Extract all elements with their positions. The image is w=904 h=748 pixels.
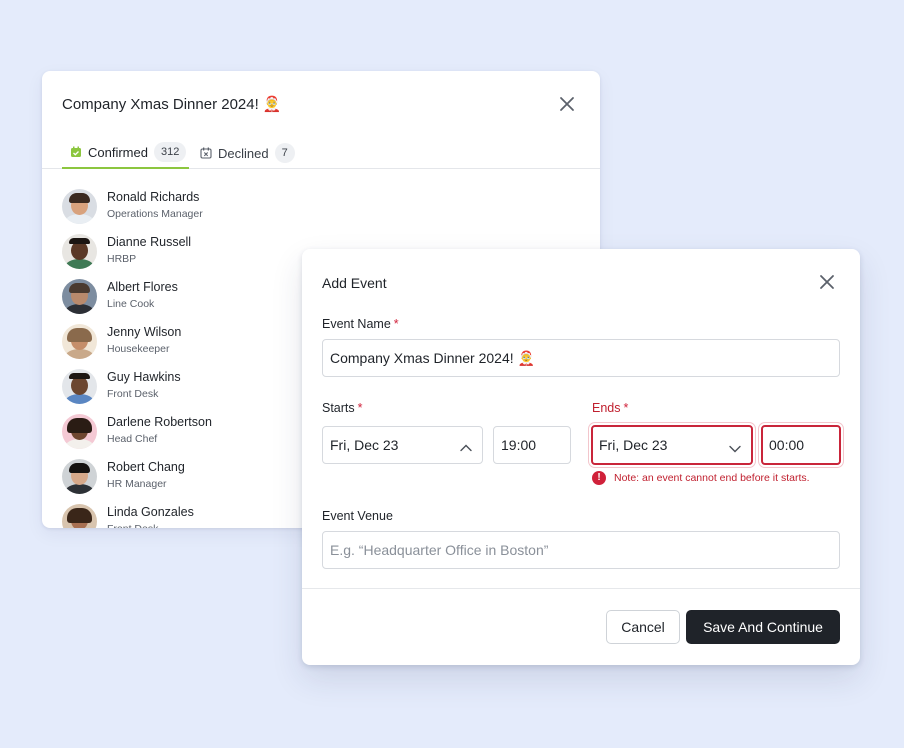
list-item[interactable]: Ronald Richards Operations Manager [62, 189, 362, 234]
event-name-label: Event Name * [322, 317, 399, 331]
person-role: Head Chef [107, 433, 158, 445]
required-mark: * [623, 401, 629, 415]
tab-declined-label: Declined [218, 145, 269, 161]
end-time-error: ! Note: an event cannot end before it st… [592, 471, 810, 485]
person-name: Linda Gonzales [107, 505, 194, 519]
avatar [62, 459, 97, 494]
end-time-field[interactable]: 00:00 [761, 425, 841, 465]
starts-label: Starts * [322, 401, 363, 415]
tab-confirmed[interactable]: Confirmed 312 [62, 137, 189, 169]
person-name: Albert Flores [107, 280, 178, 294]
person-role: Line Cook [107, 298, 155, 310]
end-date-select[interactable]: Fri, Dec 23 [591, 425, 753, 465]
footer-divider [302, 588, 860, 589]
start-date-value: Fri, Dec 23 [330, 437, 399, 453]
close-icon[interactable] [558, 95, 576, 113]
person-role: HRBP [107, 253, 137, 265]
person-role: HR Manager [107, 478, 167, 490]
cancel-button[interactable]: Cancel [606, 610, 680, 644]
person-role: Front Desk [107, 388, 159, 400]
close-icon[interactable] [818, 273, 836, 291]
start-time-value: 19:00 [501, 437, 537, 453]
person-role: Operations Manager [107, 208, 203, 220]
chevron-up-icon [460, 440, 472, 452]
add-event-dialog: Add Event Event Name* Starts* Fri, Dec 2… [302, 249, 860, 665]
avatar [62, 234, 97, 269]
avatar [62, 504, 97, 528]
end-date-value: Fri, Dec 23 [599, 437, 668, 453]
person-name: Jenny Wilson [107, 325, 182, 339]
end-time-value: 00:00 [769, 437, 805, 453]
avatar [62, 324, 97, 359]
guest-dialog-title: Company Xmas Dinner 2024! 🤶 [62, 96, 282, 113]
ends-label-text: Ends [592, 401, 621, 415]
tab-declined[interactable]: Declined 7 [198, 137, 295, 169]
event-name-label-text: Event Name [322, 317, 391, 331]
avatar [62, 414, 97, 449]
avatar [62, 279, 97, 314]
venue-field[interactable] [322, 531, 840, 569]
starts-label-text: Starts [322, 401, 355, 415]
confirmed-count-badge: 312 [153, 142, 187, 162]
venue-label: Event Venue [322, 509, 393, 523]
venue-label-text: Event Venue [322, 509, 393, 523]
error-message: Note: an event cannot end before it star… [614, 472, 810, 484]
avatar [62, 369, 97, 404]
dialog-title: Add Event [322, 275, 387, 291]
event-name-field[interactable] [322, 339, 840, 377]
chevron-down-icon [729, 441, 741, 453]
guest-tabs: Confirmed 312 Declined 7 [42, 137, 600, 169]
calendar-x-icon [200, 147, 212, 159]
start-time-field[interactable]: 19:00 [493, 426, 571, 464]
ends-label: Ends * [592, 401, 628, 415]
event-name-input[interactable] [330, 340, 832, 376]
person-name: Ronald Richards [107, 190, 200, 204]
avatar [62, 189, 97, 224]
save-and-continue-button[interactable]: Save And Continue [686, 610, 840, 644]
person-name: Guy Hawkins [107, 370, 181, 384]
required-mark: * [393, 317, 399, 331]
start-date-select[interactable]: Fri, Dec 23 [322, 426, 483, 464]
person-name: Darlene Robertson [107, 415, 212, 429]
person-name: Robert Chang [107, 460, 185, 474]
person-name: Dianne Russell [107, 235, 192, 249]
tab-confirmed-label: Confirmed [88, 144, 148, 160]
person-role: Housekeeper [107, 343, 170, 355]
declined-count-badge: 7 [274, 143, 295, 163]
person-role: Front Desk [107, 523, 158, 528]
required-mark: * [357, 401, 363, 415]
error-icon: ! [592, 471, 606, 485]
calendar-check-icon [70, 146, 82, 158]
venue-input[interactable] [330, 532, 832, 568]
